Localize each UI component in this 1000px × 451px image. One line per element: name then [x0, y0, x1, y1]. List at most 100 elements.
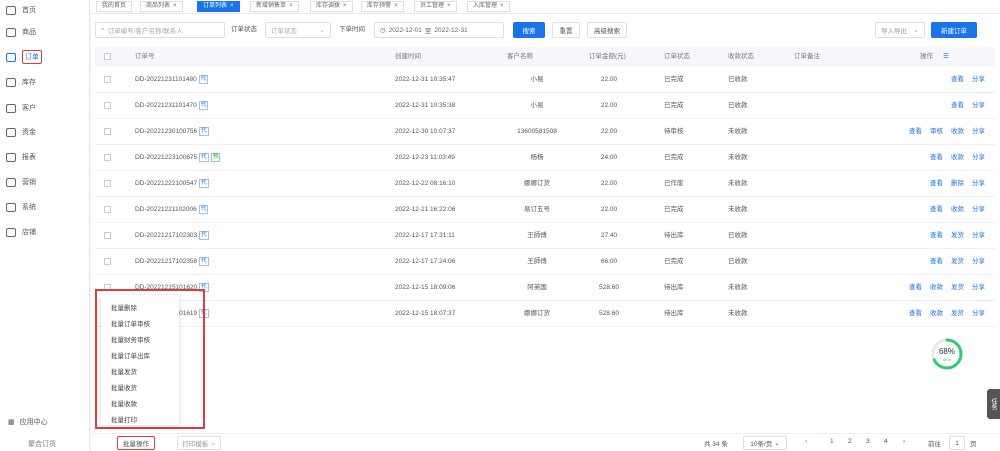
import-export-select[interactable]: 导入导出 ⌄: [875, 22, 925, 38]
batch-menu-item[interactable]: 批量收款: [111, 398, 137, 408]
sidebar-item-marketing[interactable]: 营销: [6, 174, 66, 190]
tab-products[interactable]: 商品列表 ×: [140, 1, 183, 12]
table-row[interactable]: DD-20221230100756 代 2022-12-30 10:07:37 136…: [95, 119, 995, 145]
task-float-tab[interactable]: 任务: [987, 389, 1000, 419]
table-row[interactable]: DD-20221217102303 代 2022-12-17 17:31:11 王師傅…: [95, 223, 995, 249]
row-action-link[interactable]: 收款: [930, 310, 943, 317]
sidebar-item-order[interactable]: 订单: [6, 49, 66, 65]
row-action-link[interactable]: 收款: [951, 154, 964, 161]
row-action-link[interactable]: 查看: [951, 76, 964, 83]
sidebar-item-store[interactable]: 店铺: [6, 224, 66, 240]
row-action-link[interactable]: 查看: [909, 128, 922, 135]
row-action-link[interactable]: 查看: [930, 154, 943, 161]
row-checkbox[interactable]: [104, 154, 111, 161]
sidebar-item-funds[interactable]: 资金: [6, 124, 66, 140]
row-action-link[interactable]: 收款: [930, 284, 943, 291]
row-action-link[interactable]: 分享: [972, 232, 985, 239]
batch-menu-item[interactable]: 批量打印: [111, 414, 137, 424]
close-icon[interactable]: ×: [447, 3, 451, 9]
table-row[interactable]: DD-20221223100675 代预 2022-12-23 11:03:49 杨杨…: [95, 145, 995, 171]
close-icon[interactable]: ×: [394, 3, 398, 9]
select-all-checkbox[interactable]: [104, 53, 111, 60]
order-id[interactable]: DD-20221217102303: [135, 232, 197, 239]
order-id[interactable]: DD-20221230100756: [135, 128, 197, 135]
sidebar-item-inventory[interactable]: 库存: [6, 74, 66, 90]
page-1[interactable]: 1: [830, 438, 834, 445]
row-checkbox[interactable]: [104, 128, 111, 135]
date-range-picker[interactable]: ◷ 2022-12-01 至 2022-12-31: [374, 22, 504, 38]
row-action-link[interactable]: 分享: [972, 102, 985, 109]
page-3[interactable]: 3: [866, 438, 870, 445]
row-action-link[interactable]: 发货: [951, 258, 964, 265]
order-id[interactable]: DD-20221231101470: [135, 102, 197, 109]
status-select[interactable]: 订单状态 ⌄: [265, 22, 331, 38]
table-row[interactable]: DD-20221217102358 代 2022-12-17 17:24:06 王師傅…: [95, 249, 995, 275]
order-id[interactable]: DD-20221231101480: [135, 76, 197, 83]
row-action-link[interactable]: 收款: [951, 128, 964, 135]
close-icon[interactable]: ×: [173, 3, 177, 9]
order-id[interactable]: DD-20221221102006: [135, 206, 197, 213]
tab-stock-alert[interactable]: 库存预警 ×: [361, 1, 404, 12]
batch-menu-item[interactable]: 批量发货: [111, 366, 137, 376]
tab-new-sale[interactable]: 新增销售单 ×: [250, 1, 299, 12]
close-icon[interactable]: ×: [230, 3, 234, 9]
sidebar-item-system[interactable]: 系统: [6, 199, 66, 215]
row-action-link[interactable]: 发货: [951, 232, 964, 239]
row-action-link[interactable]: 分享: [972, 154, 985, 161]
row-action-link[interactable]: 分享: [972, 206, 985, 213]
row-checkbox[interactable]: [104, 258, 111, 265]
tab-staff[interactable]: 员工管理 ×: [414, 1, 457, 12]
table-row[interactable]: DD-20221231101480 代 2022-12-31 10:35:47 小易 2…: [95, 67, 995, 93]
row-action-link[interactable]: 查看: [930, 180, 943, 187]
row-action-link[interactable]: 分享: [972, 180, 985, 187]
batch-menu-item[interactable]: 批量订单出库: [111, 350, 150, 360]
row-checkbox[interactable]: [104, 180, 111, 187]
page-4[interactable]: 4: [884, 438, 888, 445]
batch-menu-item[interactable]: 批量订单审核: [111, 318, 150, 328]
prev-page-icon[interactable]: ‹: [805, 438, 807, 445]
table-row[interactable]: DD-20221215101620 代 2022-12-15 18:09:06 阿弟国…: [95, 275, 995, 301]
order-id[interactable]: DD-20221217102358: [135, 258, 197, 265]
search-button[interactable]: 搜索: [513, 22, 545, 38]
row-action-link[interactable]: 审核: [930, 128, 943, 135]
advanced-search-button[interactable]: 高级搜索: [587, 22, 627, 38]
table-row[interactable]: DD-20221222100547 代 2022-12-22 08:16:10 娜娜订…: [95, 171, 995, 197]
order-id[interactable]: DD-20221223100675: [135, 154, 197, 161]
print-template-select[interactable]: 打印模板 ⌄: [177, 436, 221, 450]
search-input[interactable]: ⌕ 订单编号/客户名称/联系人: [95, 22, 225, 38]
row-action-link[interactable]: 分享: [972, 258, 985, 265]
column-settings-icon[interactable]: ☰: [943, 47, 949, 67]
new-order-button[interactable]: 新建订单: [931, 22, 977, 38]
page-2[interactable]: 2: [848, 438, 852, 445]
row-action-link[interactable]: 分享: [972, 128, 985, 135]
app-center-link[interactable]: ▦ 应用中心: [8, 417, 48, 427]
sidebar-item-report[interactable]: 报表: [6, 149, 66, 165]
tab-orders[interactable]: 订单列表 ×: [197, 1, 240, 12]
batch-menu-item[interactable]: 批量删除: [111, 302, 137, 312]
row-checkbox[interactable]: [104, 102, 111, 109]
row-checkbox[interactable]: [104, 206, 111, 213]
row-action-link[interactable]: 发货: [951, 284, 964, 291]
close-icon[interactable]: ×: [289, 3, 293, 9]
sidebar-item-product[interactable]: 商品: [6, 24, 66, 40]
next-page-icon[interactable]: ›: [903, 438, 905, 445]
reset-button[interactable]: 重置: [552, 22, 580, 38]
close-icon[interactable]: ×: [500, 3, 504, 9]
table-row[interactable]: DD-20221221102006 代 2022-12-21 16:22:06 易订五…: [95, 197, 995, 223]
row-action-link[interactable]: 查看: [909, 284, 922, 291]
page-size-select[interactable]: 10条/页 ⌄: [743, 436, 787, 450]
tab-inbound[interactable]: 入库管理 ×: [467, 1, 510, 12]
row-action-link[interactable]: 分享: [972, 284, 985, 291]
row-action-link[interactable]: 收款: [951, 206, 964, 213]
table-row[interactable]: DD-20221231101470 代 2022-12-31 10:35:38 小易 2…: [95, 93, 995, 119]
row-action-link[interactable]: 查看: [930, 232, 943, 239]
row-action-link[interactable]: 查看: [930, 258, 943, 265]
order-id[interactable]: DD-20221222100547: [135, 180, 197, 187]
row-action-link[interactable]: 删除: [951, 180, 964, 187]
row-action-link[interactable]: 查看: [930, 206, 943, 213]
row-action-link[interactable]: 分享: [972, 76, 985, 83]
row-action-link[interactable]: 发货: [951, 310, 964, 317]
batch-operation-button[interactable]: 批量操作: [117, 436, 155, 450]
tab-transfer[interactable]: 库存调拨 ×: [310, 1, 353, 12]
close-icon[interactable]: ×: [343, 3, 347, 9]
